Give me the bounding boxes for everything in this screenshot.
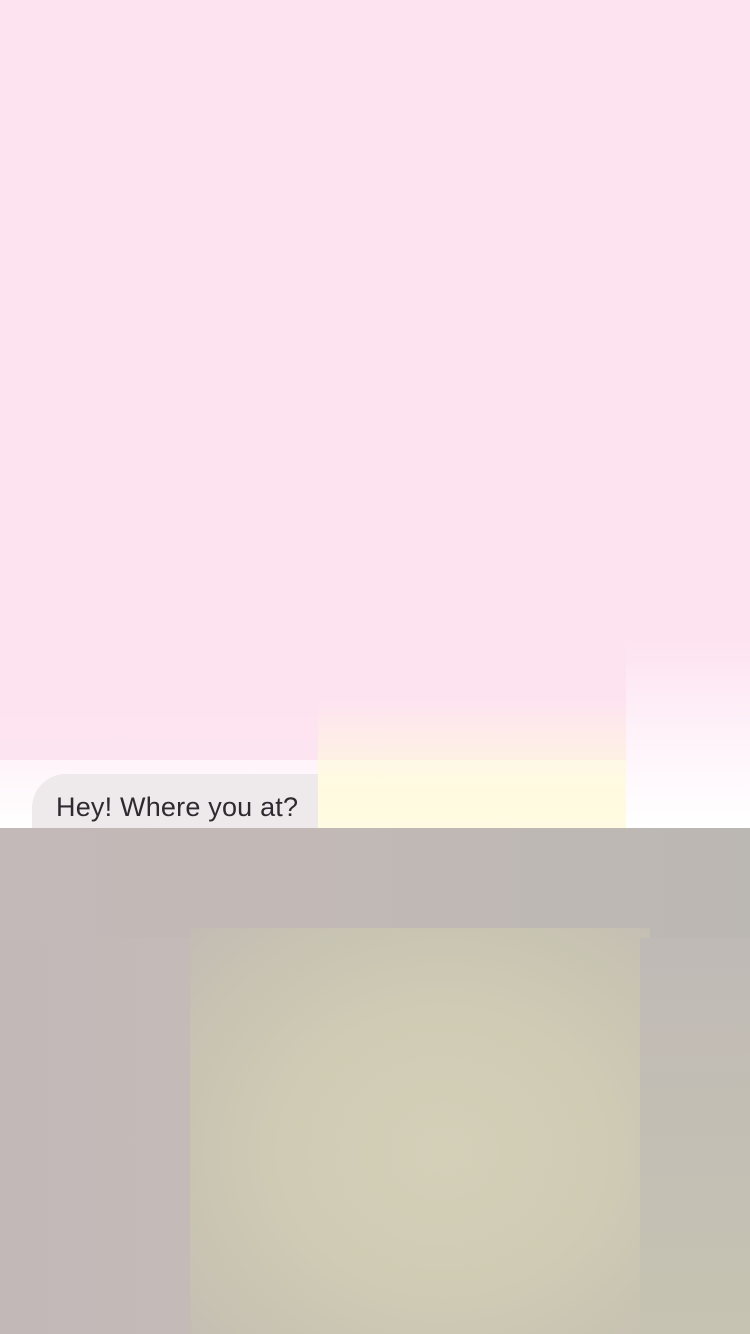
- blurred-keyboard-overlay: [0, 828, 750, 1334]
- chat-background: [0, 0, 750, 828]
- overlay-center-glow: [190, 928, 650, 1334]
- screen: Hey! Where you at?: [0, 0, 750, 1334]
- blurred-background-yellow: [318, 700, 626, 828]
- overlay-top-band: [0, 828, 750, 938]
- blurred-background-white: [626, 640, 750, 828]
- message-text: Hey! Where you at?: [56, 792, 299, 822]
- overlay-right-band: [640, 938, 750, 1334]
